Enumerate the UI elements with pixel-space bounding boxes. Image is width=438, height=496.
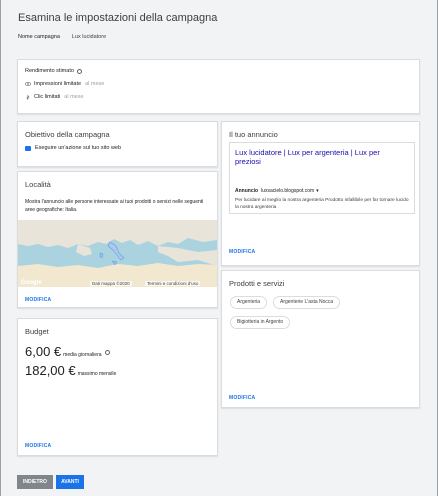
goal-card: Obiettivo della campagna Eseguire un'azi… bbox=[17, 121, 218, 167]
location-edit-link[interactable]: MODIFICA bbox=[25, 297, 51, 303]
budget-edit-link[interactable]: MODIFICA bbox=[25, 443, 51, 449]
products-card: Prodotti e servizi Argenteria Argenterie… bbox=[221, 270, 420, 408]
impressions-suffix: al mese bbox=[85, 81, 105, 87]
ad-headline: Lux lucidatore | Lux per argenteria | Lu… bbox=[235, 148, 380, 166]
next-button[interactable]: AVANTI bbox=[56, 475, 84, 489]
campaign-name-value: Lux lucidatore bbox=[71, 34, 107, 40]
ad-url: luxsacielo.blogspot.com bbox=[261, 188, 315, 194]
campaign-name-label: Nome campagna bbox=[18, 34, 60, 40]
campaign-name-row: Nome campagna Lux lucidatore bbox=[18, 34, 106, 40]
monthly-budget-label: massimo mensile bbox=[77, 371, 117, 377]
ad-url-row: Annuncio luxsacielo.blogspot.com ▾ bbox=[235, 188, 319, 194]
clicks-suffix: al mese bbox=[64, 94, 84, 100]
product-chip[interactable]: Argenterie L'asta Nocca bbox=[273, 296, 341, 309]
ad-edit-link[interactable]: MODIFICA bbox=[229, 249, 255, 255]
google-logo: Google bbox=[21, 280, 42, 286]
daily-budget-label: media giornaliera bbox=[63, 352, 102, 358]
clicks-row: Clic limitati al mese bbox=[25, 94, 84, 100]
product-chip[interactable]: Argenteria bbox=[230, 296, 268, 309]
goal-line: Eseguire un'azione sul tuo sito web bbox=[25, 145, 121, 151]
products-title: Prodotti e servizi bbox=[229, 279, 285, 288]
map-terms-link[interactable]: Termini e condizioni d'uso bbox=[145, 281, 201, 286]
map-image bbox=[18, 220, 217, 287]
daily-budget-value: 6,00 € bbox=[25, 344, 62, 359]
help-icon[interactable] bbox=[105, 350, 111, 356]
estimated-row: Rendimento stimato bbox=[25, 68, 82, 74]
ad-description: Per lucidare al meglio la nostra argente… bbox=[235, 198, 409, 210]
ad-card: Il tuo annuncio Lux lucidatore | Lux per… bbox=[221, 121, 420, 266]
map-footer: Google Dati mappa ©2020 Termini e condiz… bbox=[18, 279, 217, 287]
estimated-label: Rendimento stimato bbox=[25, 68, 74, 74]
location-map[interactable]: Google Dati mappa ©2020 Termini e condiz… bbox=[18, 220, 217, 287]
ad-preview: Lux lucidatore | Lux per argenteria | Lu… bbox=[229, 142, 415, 214]
budget-title: Budget bbox=[25, 327, 49, 336]
budget-card: Budget 6,00 € media giornaliera 182,00 € m… bbox=[17, 318, 218, 456]
clicks-label: Clic limitati bbox=[34, 94, 61, 100]
impressions-row: Impressioni limitate al mese bbox=[25, 81, 104, 87]
product-chip[interactable]: Bigiotteria in Argento bbox=[230, 316, 291, 329]
products-edit-link[interactable]: MODIFICA bbox=[229, 395, 255, 401]
goal-title: Obiettivo della campagna bbox=[25, 130, 110, 139]
map-data-credit: Dati mappa ©2020 bbox=[90, 281, 132, 286]
location-description: Mostra l'annuncio alle persone interessa… bbox=[25, 199, 204, 213]
goal-value: Eseguire un'azione sul tuo sito web bbox=[35, 145, 122, 151]
monthly-budget: 182,00 € massimo mensile bbox=[25, 363, 116, 378]
performance-card: Rendimento stimato Impressioni limitate … bbox=[17, 59, 420, 114]
cursor-click-icon bbox=[26, 94, 30, 100]
location-title: Località bbox=[25, 180, 51, 189]
eye-icon bbox=[25, 82, 31, 86]
website-icon bbox=[25, 145, 31, 151]
ad-label: Annuncio bbox=[235, 188, 259, 194]
monthly-budget-value: 182,00 € bbox=[25, 363, 76, 378]
page-title: Esamina le impostazioni della campagna bbox=[18, 12, 218, 24]
dropdown-arrow-icon: ▾ bbox=[316, 188, 319, 194]
daily-budget: 6,00 € media giornaliera bbox=[25, 344, 111, 359]
location-card: Località Mostra l'annuncio alle persone … bbox=[17, 171, 218, 308]
help-icon[interactable] bbox=[76, 68, 82, 74]
ad-title: Il tuo annuncio bbox=[229, 130, 278, 139]
back-button[interactable]: INDIETRO bbox=[17, 475, 53, 489]
impressions-label: Impressioni limitate bbox=[34, 81, 82, 87]
